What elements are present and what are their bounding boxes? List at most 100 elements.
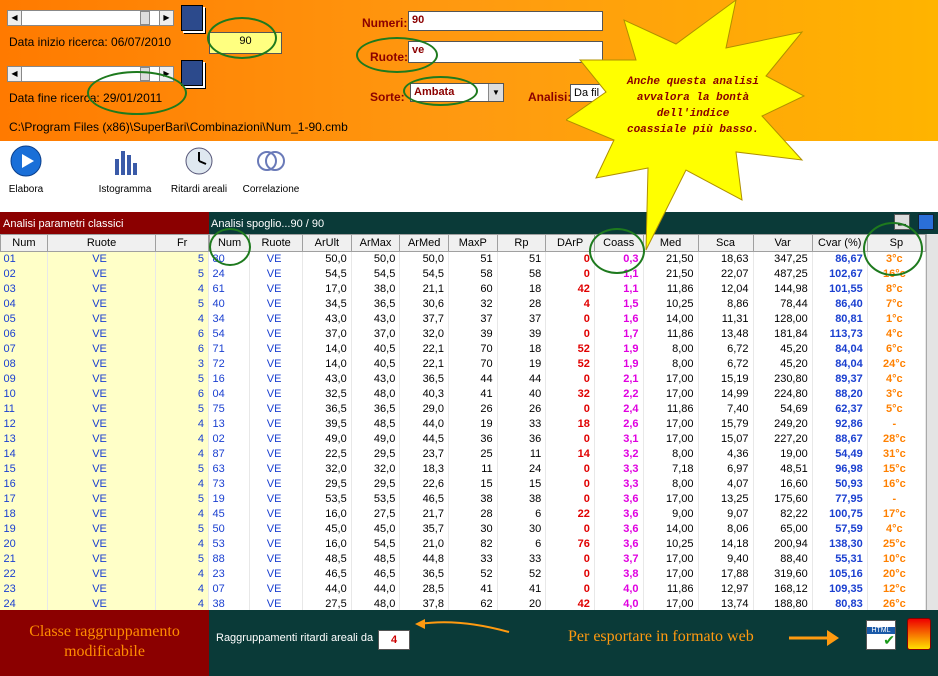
table-row[interactable]: 07 VE 6 [0,341,209,357]
table-cell: VE [249,506,304,522]
table-cell: 32,5 [302,386,352,402]
table-cell: 3,2 [594,446,644,462]
table-row[interactable]: 50 VE 45,0 45,0 35,7 30 30 0 3,6 14,00 8,06 65,00 57… [209,521,927,537]
column-header[interactable]: Ruote [249,234,304,252]
table-row[interactable]: 22 VE 4 [0,566,209,582]
table-cell: 9,40 [698,551,754,567]
table-row[interactable]: 63 VE 32,0 32,0 18,3 11 24 0 3,3 7,18 6,97 48,51 96,… [209,461,927,477]
vertical-scrollbar[interactable] [926,234,938,610]
book-icon[interactable] [181,5,203,31]
table-row[interactable]: 14 VE 4 [0,446,209,462]
correlazione-button[interactable]: Correlazione [240,145,302,195]
start-date-slider[interactable]: ◀ ▶ [7,10,174,26]
column-header[interactable]: Fr [155,234,209,252]
table-cell: 50 [209,521,251,537]
table-row[interactable]: 12 VE 4 [0,416,209,432]
table-row[interactable]: 16 VE 43,0 43,0 36,5 44 44 0 2,1 17,00 15,19 230,80… [209,371,927,387]
table-cell: 57,59 [812,521,868,537]
table-row[interactable]: 23 VE 4 [0,581,209,597]
table-cell: 8,86 [698,296,754,312]
column-header[interactable]: ArMax [350,234,401,252]
table-cell: 6 [497,536,547,552]
column-header[interactable]: ArUlt [302,234,352,252]
elabora-button[interactable]: Elabora [6,145,46,195]
table-cell: VE [249,551,304,567]
table-row[interactable]: 17 VE 5 [0,491,209,507]
table-row[interactable]: 23 VE 46,5 46,5 36,5 52 52 0 3,8 17,00 17,88 319,60… [209,566,927,582]
table-row[interactable]: 40 VE 34,5 36,5 30,6 32 28 4 1,5 10,25 8,86 78,44 86… [209,296,927,312]
slider-left-arrow[interactable]: ◀ [8,67,22,81]
table-row[interactable]: 13 VE 39,5 48,5 44,0 19 33 18 2,6 17,00 15,79 249,2… [209,416,927,432]
table-row[interactable]: 05 VE 4 [0,311,209,327]
table-cell: 29,0 [399,401,449,417]
table-row[interactable]: 07 VE 44,0 44,0 28,5 41 41 0 4,0 11,86 12,97 168,12… [209,581,927,597]
table-row[interactable]: 09 VE 5 [0,371,209,387]
slider-thumb[interactable] [140,11,150,25]
istogramma-button[interactable]: Istogramma [96,145,154,195]
table-cell: 48,0 [351,386,401,402]
table-row[interactable]: 16 VE 4 [0,476,209,492]
table-cell: 4 [155,431,209,447]
table-row[interactable]: 45 VE 16,0 27,5 21,7 28 6 22 3,6 9,00 9,07 82,22 100… [209,506,927,522]
ritardi-areali-button[interactable]: Ritardi areali [168,145,230,195]
table-row[interactable]: 71 VE 14,0 40,5 22,1 70 18 52 1,9 8,00 6,72 45,20 84… [209,341,927,357]
table-row[interactable]: 11 VE 5 [0,401,209,417]
table-cell: 86,40 [812,296,868,312]
html-export-icon[interactable]: HTML ✔ [866,620,896,650]
table-cell: 3,1 [594,431,644,447]
table-row[interactable]: 34 VE 43,0 43,0 37,7 37 37 0 1,6 14,00 11,31 128,00… [209,311,927,327]
table-row[interactable]: 15 VE 5 [0,461,209,477]
table-row[interactable]: 53 VE 16,0 54,5 21,0 82 6 76 3,6 10,25 14,18 200,94… [209,536,927,552]
slider-right-arrow[interactable]: ▶ [159,11,173,25]
table-cell: VE [47,266,157,282]
column-header[interactable]: Cvar (%) [811,234,868,252]
table-row[interactable]: 10 VE 6 [0,386,209,402]
trash-icon[interactable] [907,618,931,650]
table-cell: VE [249,536,304,552]
table-row[interactable]: 61 VE 17,0 38,0 21,1 60 18 42 1,1 11,86 12,04 144,9… [209,281,927,297]
column-header[interactable]: ArMed [399,234,449,252]
table-row[interactable]: 04 VE 5 [0,296,209,312]
slider-left-arrow[interactable]: ◀ [8,11,22,25]
table-row[interactable]: 01 VE 5 [0,251,209,267]
chevron-down-icon[interactable]: ▼ [488,84,503,101]
table-cell: 1°c [867,311,927,327]
book-icon[interactable] [181,60,203,86]
table-row[interactable]: 18 VE 4 [0,506,209,522]
table-row[interactable]: 02 VE 5 [0,266,209,282]
table-row[interactable]: 20 VE 4 [0,536,209,552]
table-row[interactable]: 54 VE 37,0 37,0 32,0 39 39 0 1,7 11,86 13,48 181,84… [209,326,927,342]
column-header[interactable]: Rp [496,234,547,252]
highlight-ellipse [863,222,923,276]
table-cell: 40 [497,386,547,402]
table-row[interactable]: 87 VE 22,5 29,5 23,7 25 11 14 3,2 8,00 4,36 19,00 54… [209,446,927,462]
table-row[interactable]: 06 VE 6 [0,326,209,342]
table-row[interactable]: 72 VE 14,0 40,5 22,1 70 19 52 1,9 8,00 6,72 45,20 84… [209,356,927,372]
table-row[interactable]: 19 VE 53,5 53,5 46,5 38 38 0 3,6 17,00 13,25 175,60… [209,491,927,507]
table-row[interactable]: 13 VE 4 [0,431,209,447]
table-row[interactable]: 08 VE 3 [0,356,209,372]
table-row[interactable]: 03 VE 4 [0,281,209,297]
table-row[interactable]: 88 VE 48,5 48,5 44,8 33 33 0 3,7 17,00 9,40 88,40 55… [209,551,927,567]
table-cell: 33 [448,551,498,567]
table-cell: VE [47,521,157,537]
column-header[interactable]: MaxP [447,234,498,252]
table-cell: 0 [545,401,595,417]
table-cell: 24°c [867,356,927,372]
table-cell: 58 [448,266,498,282]
table-cell: 40 [209,296,251,312]
maximize-icon[interactable] [918,214,934,230]
table-cell: 6 [497,506,547,522]
table-row[interactable]: 02 VE 49,0 49,0 44,5 36 36 0 3,1 17,00 15,07 227,20… [209,431,927,447]
column-header[interactable]: Num [0,234,48,252]
table-row[interactable]: 21 VE 5 [0,551,209,567]
table-row[interactable]: 75 VE 36,5 36,5 29,0 26 26 0 2,4 11,86 7,40 54,69 62… [209,401,927,417]
table-row[interactable]: 04 VE 32,5 48,0 40,3 41 40 32 2,2 17,00 14,99 224,8… [209,386,927,402]
table-row[interactable]: 19 VE 5 [0,521,209,537]
table-cell: 5 [155,521,209,537]
table-cell: 88 [209,551,251,567]
table-cell: 39,5 [302,416,352,432]
column-header[interactable]: Ruote [46,234,157,252]
table-row[interactable]: 73 VE 29,5 29,5 22,6 15 15 0 3,3 8,00 4,07 16,60 50,… [209,476,927,492]
table-row[interactable]: 24 VE 54,5 54,5 54,5 58 58 0 1,1 21,50 22,07 487,25… [209,266,927,282]
